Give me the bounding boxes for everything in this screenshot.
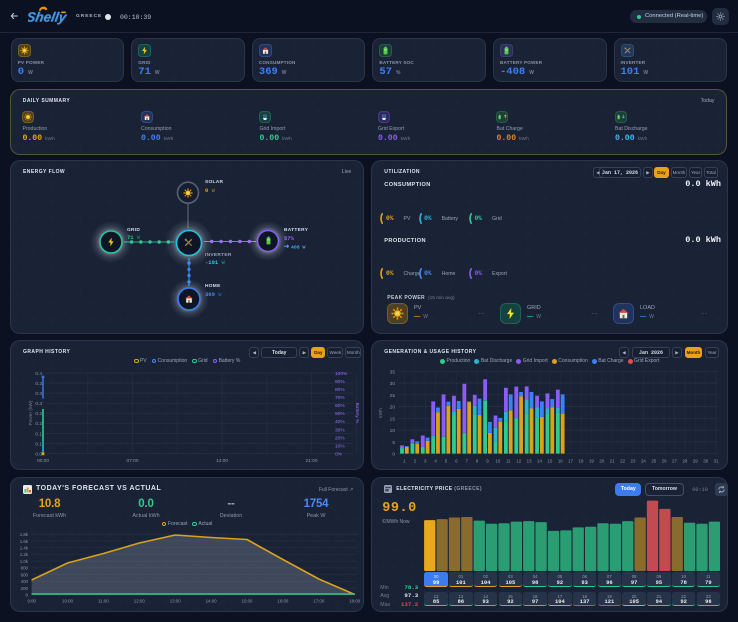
svg-text:18: 18: [579, 459, 584, 464]
svg-text:1: 1: [403, 459, 406, 464]
svg-text:0.4: 0.4: [35, 371, 42, 377]
svg-text:5: 5: [393, 440, 396, 446]
svg-text:21: 21: [610, 459, 615, 464]
svg-text:3: 3: [424, 459, 427, 464]
svg-text:25: 25: [652, 459, 657, 464]
svg-text:19: 19: [589, 459, 594, 464]
svg-text:90%: 90%: [335, 379, 345, 385]
svg-text:16:00: 16:00: [277, 599, 289, 604]
svg-text:0: 0: [393, 452, 396, 458]
svg-text:14:00: 14:00: [206, 599, 218, 604]
svg-text:6: 6: [455, 459, 458, 464]
svg-text:20: 20: [600, 459, 605, 464]
svg-text:0.0: 0.0: [35, 451, 42, 457]
svg-text:400: 400: [21, 579, 29, 584]
svg-text:22: 22: [620, 459, 625, 464]
svg-text:40%: 40%: [335, 419, 345, 425]
svg-text:100%: 100%: [335, 371, 348, 377]
svg-text:15:00: 15:00: [242, 599, 254, 604]
svg-text:28: 28: [683, 459, 688, 464]
svg-text:16: 16: [558, 459, 563, 464]
svg-text:11:00: 11:00: [98, 599, 109, 604]
svg-text:0.3: 0.3: [35, 381, 42, 387]
svg-text:10: 10: [496, 459, 501, 464]
svg-text:0%: 0%: [335, 451, 343, 457]
svg-text:60%: 60%: [335, 403, 345, 409]
svg-text:29: 29: [693, 459, 698, 464]
svg-text:24: 24: [641, 459, 646, 464]
svg-text:26: 26: [662, 459, 667, 464]
svg-text:18:00: 18:00: [349, 599, 361, 604]
svg-text:14: 14: [537, 459, 542, 464]
svg-text:0.3: 0.3: [35, 391, 42, 397]
svg-text:23: 23: [631, 459, 636, 464]
svg-text:25: 25: [390, 393, 396, 399]
svg-text:1.0k: 1.0k: [20, 559, 29, 564]
svg-text:15: 15: [390, 416, 396, 422]
svg-text:00:00: 00:00: [37, 458, 49, 464]
svg-text:0.2: 0.2: [35, 421, 42, 427]
svg-text:17:00: 17:00: [313, 599, 325, 604]
svg-text:21:00: 21:00: [305, 458, 317, 464]
svg-text:14:00: 14:00: [216, 458, 228, 464]
svg-text:0.3: 0.3: [35, 401, 42, 407]
svg-text:600: 600: [21, 572, 29, 577]
svg-text:30: 30: [704, 459, 709, 464]
svg-text:200: 200: [21, 586, 29, 591]
svg-text:35: 35: [390, 369, 396, 375]
svg-text:17: 17: [568, 459, 573, 464]
svg-text:13: 13: [527, 459, 532, 464]
svg-text:10%: 10%: [335, 443, 345, 449]
svg-text:1.8k: 1.8k: [20, 532, 29, 537]
svg-text:80%: 80%: [335, 387, 345, 393]
svg-text:9:00: 9:00: [27, 599, 36, 604]
svg-text:12:00: 12:00: [134, 599, 146, 604]
svg-text:31: 31: [714, 459, 719, 464]
svg-text:20: 20: [390, 405, 396, 411]
svg-text:Shelly: Shelly: [28, 10, 69, 25]
svg-text:4: 4: [435, 459, 438, 464]
svg-text:12: 12: [517, 459, 522, 464]
svg-text:7: 7: [466, 459, 469, 464]
svg-text:1.4k: 1.4k: [20, 545, 29, 550]
svg-text:13:00: 13:00: [170, 599, 182, 604]
svg-text:Battery %: Battery %: [354, 403, 360, 425]
svg-text:11: 11: [506, 459, 511, 464]
svg-text:kWh: kWh: [378, 408, 384, 418]
svg-text:15: 15: [548, 459, 553, 464]
svg-text:0.2: 0.2: [35, 411, 42, 417]
svg-text:800: 800: [21, 566, 29, 571]
svg-text:30%: 30%: [335, 427, 345, 433]
svg-text:2: 2: [414, 459, 417, 464]
svg-text:20%: 20%: [335, 435, 345, 441]
svg-text:10: 10: [390, 428, 396, 434]
svg-text:50%: 50%: [335, 411, 345, 417]
svg-text:1.6k: 1.6k: [20, 539, 29, 544]
svg-text:27: 27: [672, 459, 677, 464]
svg-text:1.2k: 1.2k: [20, 552, 29, 557]
svg-text:10:00: 10:00: [62, 599, 74, 604]
svg-text:0: 0: [26, 593, 29, 598]
svg-text:0.1: 0.1: [35, 441, 42, 447]
svg-text:70%: 70%: [335, 395, 345, 401]
svg-text:9: 9: [487, 459, 490, 464]
svg-text:Power (kW): Power (kW): [28, 400, 34, 425]
svg-text:5: 5: [445, 459, 448, 464]
svg-text:0.1: 0.1: [35, 431, 42, 437]
svg-text:30: 30: [390, 381, 396, 387]
svg-text:8: 8: [476, 459, 479, 464]
svg-text:07:00: 07:00: [126, 458, 138, 464]
